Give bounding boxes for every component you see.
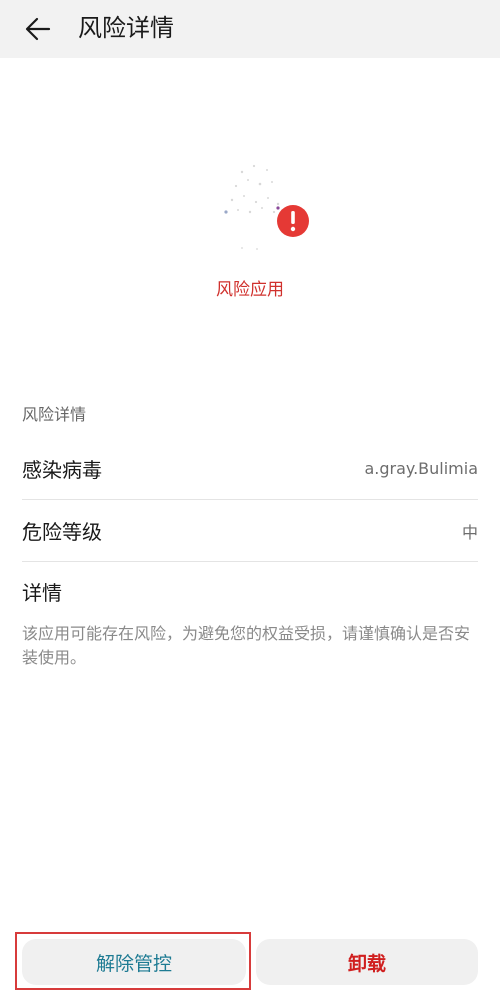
section-label: 风险详情 bbox=[22, 405, 87, 424]
info-row-risk-level: 危险等级 中 bbox=[22, 500, 478, 562]
exclamation-circle-icon bbox=[277, 205, 309, 237]
risk-app-label: 风险应用 bbox=[216, 280, 284, 300]
back-button[interactable] bbox=[18, 9, 58, 49]
info-row-virus: 感染病毒 a.gray.Bulimia bbox=[22, 438, 478, 500]
detail-description: 该应用可能存在风险，为避免您的权益受损，请谨慎确认是否安装使用。 bbox=[22, 624, 471, 667]
risk-detail-screen: 风险详情 风险应用 风险详情 感染病毒 a.gray.Bulimia 危险等级 … bbox=[0, 0, 500, 1006]
row-value: 中 bbox=[461, 522, 478, 542]
uninstall-button[interactable]: 卸载 bbox=[256, 939, 478, 985]
row-label: 危险等级 bbox=[22, 520, 102, 544]
arrow-left-icon bbox=[25, 17, 51, 41]
unlock-control-button[interactable]: 解除管控 bbox=[22, 939, 246, 985]
row-label: 感染病毒 bbox=[22, 458, 102, 482]
detail-heading: 详情 bbox=[22, 581, 62, 605]
page-title: 风险详情 bbox=[78, 14, 174, 42]
top-app-bar: 风险详情 bbox=[0, 0, 500, 58]
row-value: a.gray.Bulimia bbox=[364, 459, 478, 478]
